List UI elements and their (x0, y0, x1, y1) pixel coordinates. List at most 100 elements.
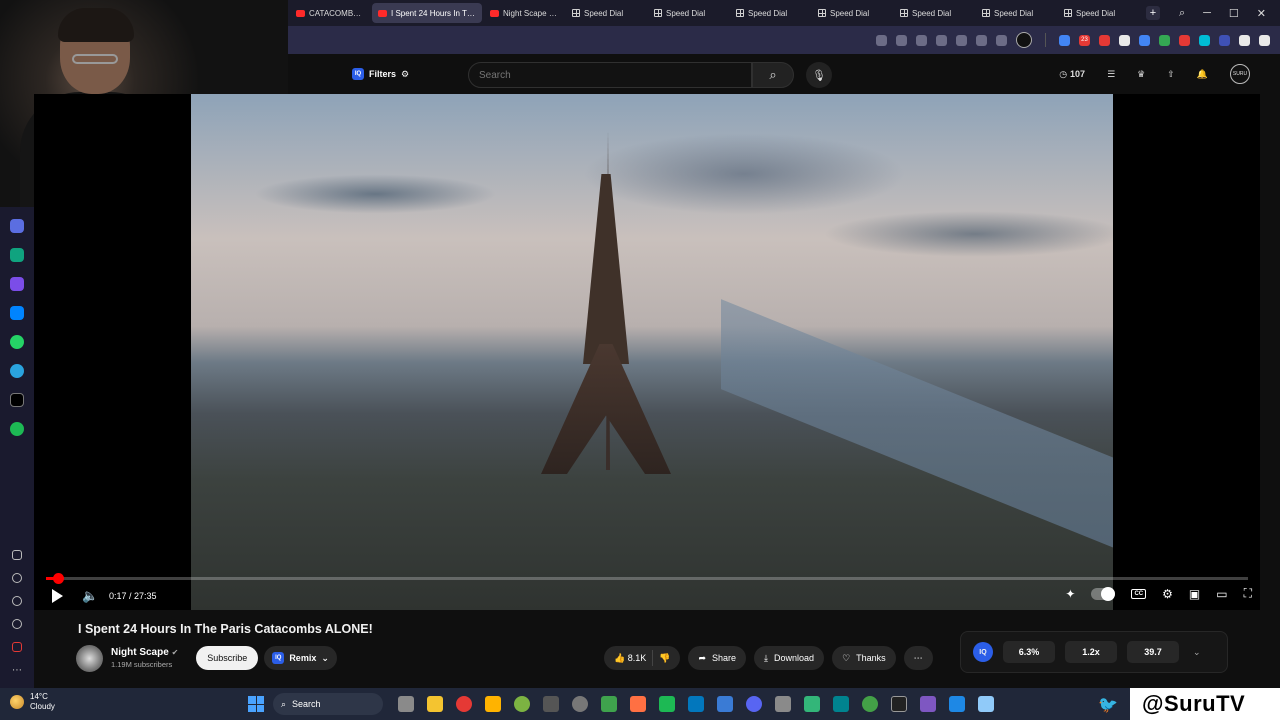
menu-icon[interactable] (996, 34, 1007, 46)
app-icon[interactable] (601, 696, 617, 712)
minimize-icon[interactable]: ─ (1203, 7, 1211, 19)
extension-icon[interactable] (1139, 34, 1150, 46)
extension-icon[interactable] (12, 642, 22, 652)
tab-speed-dial[interactable]: Speed Dial (812, 3, 892, 23)
extension-icon[interactable] (1239, 34, 1250, 46)
close-icon[interactable]: ✕ (1257, 7, 1266, 20)
tab-speed-dial[interactable]: Speed Dial (976, 3, 1056, 23)
settings-icon[interactable]: ⚙ (1162, 587, 1173, 601)
camera-icon[interactable] (896, 34, 907, 46)
iq-menu-button[interactable]: ☰ (1107, 69, 1115, 80)
channel-avatar[interactable] (76, 644, 103, 672)
profile-avatar[interactable] (1016, 32, 1032, 48)
tab-active-video[interactable]: I Spent 24 Hours In The P (372, 3, 482, 23)
tab-speed-dial[interactable]: Speed Dial (894, 3, 974, 23)
app-icon[interactable] (514, 696, 530, 712)
chevron-down-icon[interactable]: ⌄ (1193, 647, 1201, 658)
video-frame[interactable] (191, 94, 1113, 610)
app-icon[interactable] (688, 696, 704, 712)
extension-icon[interactable] (1219, 34, 1230, 46)
settings-icon[interactable] (12, 619, 22, 629)
weather-widget[interactable]: 14°C Cloudy (10, 692, 55, 711)
extension-icon[interactable] (1199, 34, 1210, 46)
heart-icon[interactable] (956, 34, 967, 46)
video-player[interactable]: 🔈 0:17 / 27:35 ✦ CC ⚙ ▣ ▭ ⛶ (34, 94, 1260, 610)
trophy-icon[interactable]: ♛ (1137, 69, 1145, 80)
play-icon[interactable] (936, 34, 947, 46)
chrome-icon[interactable] (572, 696, 588, 712)
search-input[interactable] (469, 63, 751, 87)
messenger-icon[interactable] (10, 306, 24, 320)
task-view-icon[interactable] (398, 696, 414, 712)
tab-search-icon[interactable]: ⌕ (1179, 7, 1185, 20)
app-icon[interactable] (804, 696, 820, 712)
telegram-icon[interactable] (10, 364, 24, 378)
autoplay-toggle[interactable] (1091, 586, 1116, 601)
progress-bar[interactable] (46, 573, 1248, 584)
x-icon[interactable] (10, 393, 24, 407)
spotify-icon[interactable] (10, 422, 24, 436)
tab-night-scape[interactable]: Night Scape - Yo (484, 3, 564, 23)
tab-speed-dial[interactable]: Speed Dial (1058, 3, 1138, 23)
more-actions-button[interactable]: ⋯ (903, 646, 933, 670)
extension-icon[interactable] (1159, 34, 1170, 46)
tab-speed-dial[interactable]: Speed Dial (566, 3, 646, 23)
channel-name[interactable]: Night Scape ✔ (111, 647, 178, 658)
app-icon[interactable] (949, 696, 965, 712)
progress-scrubber[interactable] (53, 573, 65, 584)
iq-icon[interactable]: IQ (973, 642, 993, 662)
app-icon[interactable] (920, 696, 936, 712)
app-icon[interactable] (717, 696, 733, 712)
notepad-icon[interactable] (978, 696, 994, 712)
app-icon[interactable] (775, 696, 791, 712)
counter-button[interactable]: ◷ 107 (1059, 69, 1085, 80)
play-button[interactable] (52, 588, 66, 604)
voice-search-button[interactable]: 🎙 (806, 62, 832, 88)
remix-button[interactable]: IQ Remix ⌄ (264, 646, 337, 670)
app-icon[interactable] (862, 696, 878, 712)
thanks-button[interactable]: ♡ Thanks (832, 646, 896, 670)
rss-icon[interactable] (1119, 34, 1130, 46)
chatgpt-icon[interactable] (10, 248, 24, 262)
dislike-button[interactable]: 👎 (659, 653, 670, 664)
filters-button[interactable]: IQ Filters ⚙ (352, 64, 409, 84)
taskbar-search[interactable]: ⌕ Search (273, 693, 383, 715)
edit-icon[interactable] (876, 34, 887, 46)
extension-icon[interactable] (10, 277, 24, 291)
fullscreen-icon[interactable]: ⛶ (1244, 586, 1252, 601)
tab-speed-dial[interactable]: Speed Dial (730, 3, 810, 23)
sparkle-icon[interactable]: ✦ (1065, 587, 1075, 601)
miniplayer-icon[interactable]: ▣ (1189, 587, 1200, 601)
tab-catacombs[interactable]: CATACOMBS - Yo (290, 3, 370, 23)
vlc-icon[interactable] (630, 696, 646, 712)
extension-icon[interactable]: 23 (1079, 34, 1090, 46)
opera-icon[interactable] (456, 696, 472, 712)
aria-icon[interactable] (10, 219, 24, 233)
file-explorer-icon[interactable] (427, 696, 443, 712)
search-button[interactable]: ⌕ (752, 62, 794, 88)
app-icon[interactable] (659, 696, 675, 712)
volume-icon[interactable]: 🔈 (82, 588, 98, 604)
extension-icon[interactable] (1059, 34, 1070, 46)
app-icon[interactable] (543, 696, 559, 712)
start-button[interactable] (248, 696, 264, 712)
heart-icon[interactable] (12, 573, 22, 583)
captions-button[interactable]: CC (1131, 588, 1147, 599)
more-icon[interactable]: ⋯ (12, 665, 22, 676)
discord-icon[interactable] (746, 696, 762, 712)
app-icon[interactable] (833, 696, 849, 712)
share-button[interactable]: ➦ Share (688, 646, 747, 670)
theater-mode-icon[interactable]: ▭ (1216, 587, 1227, 601)
maximize-icon[interactable]: ☐ (1229, 7, 1239, 20)
upload-icon[interactable]: ⇧ (1167, 69, 1175, 80)
account-avatar[interactable]: SURU (1230, 64, 1250, 84)
extension-icon[interactable] (1179, 34, 1190, 46)
bell-icon[interactable]: 🔔 (1197, 69, 1208, 80)
shield-icon[interactable] (916, 34, 927, 46)
whatsapp-icon[interactable] (10, 335, 24, 349)
extensions-puzzle-icon[interactable] (1259, 34, 1270, 46)
download-icon[interactable] (976, 34, 987, 46)
download-button[interactable]: ⤓ Download (754, 646, 825, 670)
new-tab-button[interactable]: + (1146, 6, 1160, 20)
tab-speed-dial[interactable]: Speed Dial (648, 3, 728, 23)
